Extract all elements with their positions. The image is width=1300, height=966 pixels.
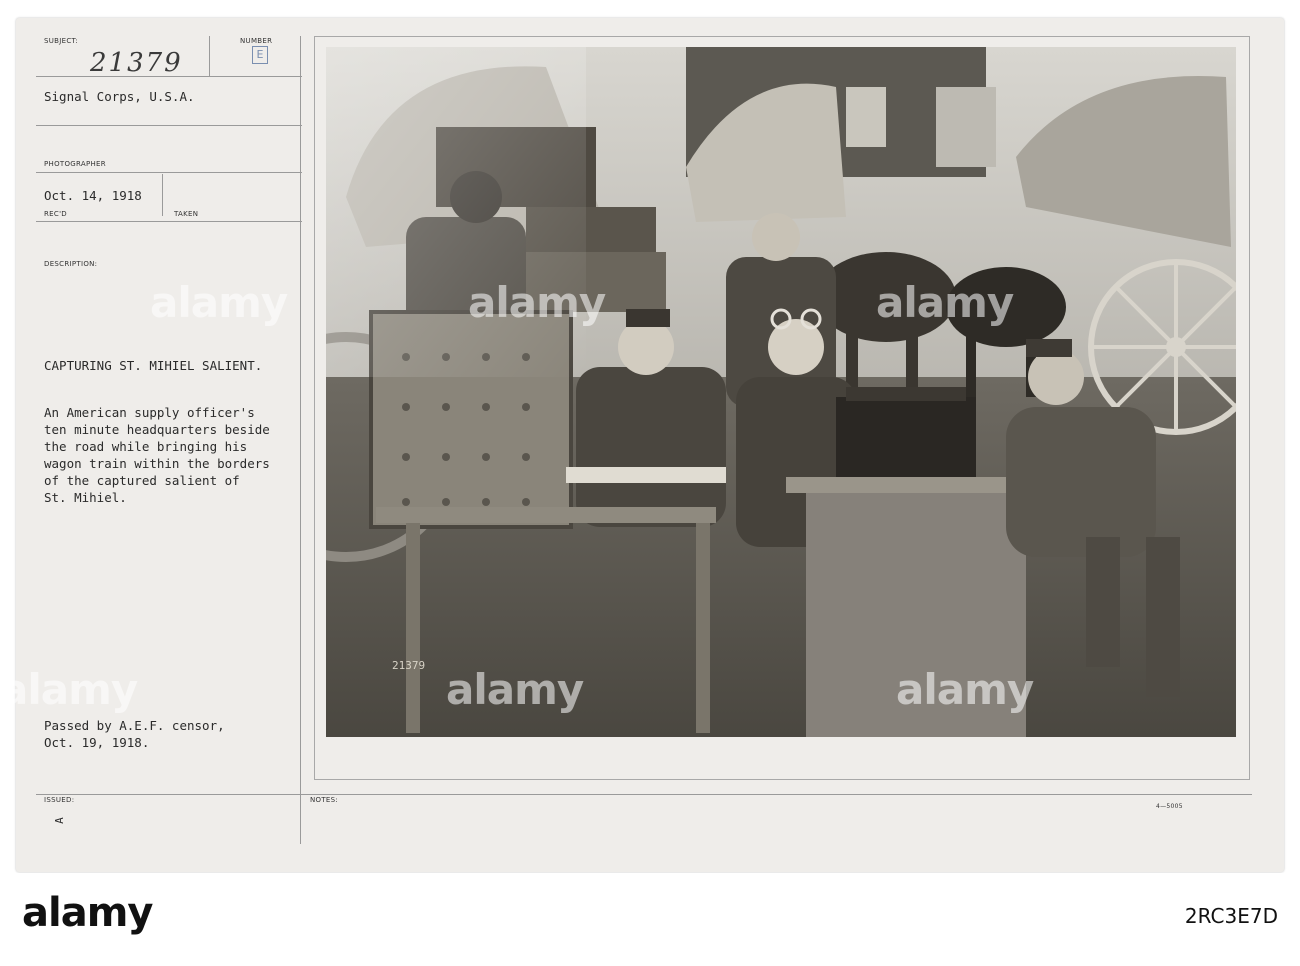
subject-number-handwritten: 21379 (90, 48, 183, 78)
rule-bottom (36, 794, 1252, 795)
label-notes: NOTES: (310, 796, 339, 804)
description-line: St. Mihiel. (44, 490, 127, 505)
description-title: CAPTURING ST. MIHIEL SALIENT. (44, 358, 263, 373)
watermark-text: alamy (896, 665, 1034, 714)
label-taken: TAKEN (174, 210, 199, 218)
label-description: DESCRIPTION: (44, 260, 98, 268)
footer-logo: alamy (22, 890, 153, 936)
description-line: the road while bringing his (44, 439, 248, 454)
rule-left-column (300, 36, 301, 844)
label-photographer: PHOTOGRAPHER (44, 160, 106, 168)
photo-scene (326, 47, 1236, 737)
description-line: wagon train within the borders (44, 456, 270, 471)
number-stamp: E (252, 46, 268, 64)
description-line: of the captured salient of (44, 473, 240, 488)
label-recd: REC'D (44, 210, 67, 218)
censor-line: Passed by A.E.F. censor, (44, 718, 225, 733)
watermark-text: alamy (0, 665, 138, 714)
issued-mark: A (52, 817, 66, 824)
label-issued: ISSUED: (44, 796, 75, 804)
photograph: 21379 (326, 47, 1236, 737)
rule-signal-corps (36, 125, 302, 126)
rule-dates (36, 221, 302, 222)
label-subject: SUBJECT: (44, 37, 79, 45)
description-line: ten minute headquarters beside (44, 422, 270, 437)
watermark-text: alamy (468, 278, 606, 327)
form-number: 4—5005 (1156, 803, 1183, 810)
watermark-text: alamy (446, 665, 584, 714)
date-received: Oct. 14, 1918 (44, 188, 142, 203)
photo-negative-number: 21379 (392, 659, 426, 672)
censor-line: Oct. 19, 1918. (44, 735, 150, 750)
rule-date-divider (162, 174, 163, 216)
rule-photographer (36, 172, 302, 173)
watermark-text: alamy (150, 278, 288, 327)
rule-number-divider (209, 36, 210, 76)
description-line: An American supply officer's (44, 405, 255, 420)
watermark-text: alamy (876, 278, 1014, 327)
footer-image-id: 2RC3E7D (1184, 904, 1278, 928)
footer-band (0, 873, 1300, 966)
label-number: NUMBER (240, 37, 273, 45)
signal-corps-text: Signal Corps, U.S.A. (44, 89, 195, 104)
